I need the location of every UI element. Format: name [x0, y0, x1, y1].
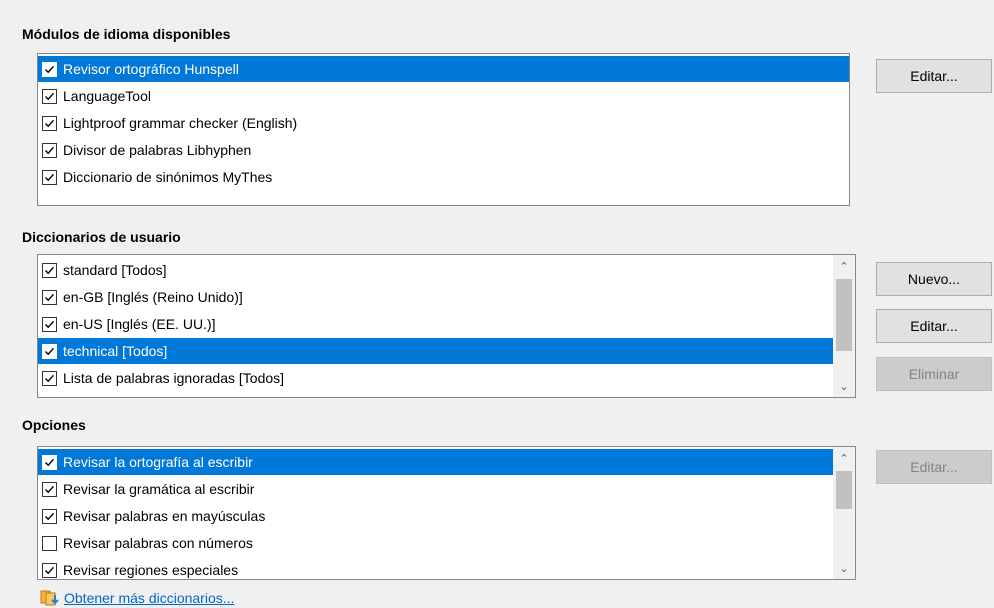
- options-list-item[interactable]: Revisar palabras en mayúsculas: [38, 503, 833, 529]
- modules-section-title: Módulos de idioma disponibles: [22, 26, 231, 42]
- options-item-label: Revisar palabras con números: [63, 535, 253, 551]
- checkbox[interactable]: [42, 454, 57, 470]
- dictionaries-list-item[interactable]: en-GB [Inglés (Reino Unido)]: [38, 284, 833, 310]
- checkbox[interactable]: [42, 115, 57, 131]
- modules-list-item[interactable]: LanguageTool: [38, 83, 849, 109]
- modules-item-label: LanguageTool: [63, 88, 151, 104]
- modules-item-label: Revisor ortográfico Hunspell: [63, 61, 239, 77]
- scroll-thumb[interactable]: [836, 279, 852, 351]
- options-list-item[interactable]: Revisar la ortografía al escribir: [38, 449, 833, 475]
- options-item-label: Revisar la gramática al escribir: [63, 481, 255, 497]
- options-item-label: Revisar la ortografía al escribir: [63, 454, 253, 470]
- checkbox[interactable]: [42, 289, 57, 305]
- dictionaries-list[interactable]: ⌃ ⌄ standard [Todos] en-GB [Inglés (Reino…: [37, 254, 856, 398]
- options-item-label: Revisar regiones especiales: [63, 562, 239, 578]
- scroll-up-icon[interactable]: ⌃: [833, 447, 855, 469]
- dictionaries-item-label: technical [Todos]: [63, 343, 168, 359]
- options-section-title: Opciones: [22, 417, 86, 433]
- checkbox[interactable]: [42, 316, 57, 332]
- checkbox[interactable]: [42, 481, 57, 497]
- modules-item-label: Divisor de palabras Libhyphen: [63, 142, 252, 158]
- checkbox[interactable]: [42, 562, 57, 578]
- checkbox[interactable]: [42, 343, 57, 359]
- dictionaries-item-label: en-US [Inglés (EE. UU.)]: [63, 316, 216, 332]
- scroll-thumb[interactable]: [836, 471, 852, 509]
- checkbox[interactable]: [42, 61, 57, 77]
- modules-list-item[interactable]: Revisor ortográfico Hunspell: [38, 56, 849, 82]
- modules-list-item[interactable]: Lightproof grammar checker (English): [38, 110, 849, 136]
- dictionary-download-icon: [40, 590, 59, 606]
- scroll-up-icon[interactable]: ⌃: [833, 255, 855, 277]
- dictionaries-list-item[interactable]: technical [Todos]: [38, 338, 833, 364]
- options-list-item[interactable]: Revisar regiones especiales: [38, 557, 833, 579]
- dictionaries-new-button[interactable]: Nuevo...: [876, 262, 992, 296]
- modules-list[interactable]: Revisor ortográfico Hunspell LanguageTool…: [37, 53, 850, 206]
- dictionaries-item-label: Lista de palabras ignoradas [Todos]: [63, 370, 285, 386]
- checkbox[interactable]: [42, 508, 57, 524]
- options-item-label: Revisar palabras en mayúsculas: [63, 508, 266, 524]
- more-dictionaries-row[interactable]: Obtener más diccionarios...: [40, 588, 234, 608]
- modules-list-item[interactable]: Diccionario de sinónimos MyThes: [38, 164, 849, 190]
- options-list-item[interactable]: Revisar la gramática al escribir: [38, 476, 833, 502]
- dictionaries-list-item[interactable]: Lista de palabras ignoradas [Todos]: [38, 365, 833, 391]
- options-edit-button[interactable]: Editar...: [876, 450, 992, 484]
- checkbox[interactable]: [42, 169, 57, 185]
- dictionaries-scrollbar[interactable]: ⌃ ⌄: [833, 255, 855, 397]
- options-list[interactable]: ⌃ ⌄ Revisar la ortografía al escribir Rev…: [37, 446, 856, 580]
- checkbox[interactable]: [42, 88, 57, 104]
- more-dictionaries-link[interactable]: Obtener más diccionarios...: [64, 590, 234, 606]
- dictionaries-item-label: standard [Todos]: [63, 262, 167, 278]
- modules-edit-button[interactable]: Editar...: [876, 59, 992, 93]
- scroll-down-icon[interactable]: ⌄: [833, 375, 855, 397]
- dictionaries-delete-button[interactable]: Eliminar: [876, 357, 992, 391]
- modules-item-label: Diccionario de sinónimos MyThes: [63, 169, 273, 185]
- dictionaries-section-title: Diccionarios de usuario: [22, 229, 181, 245]
- options-list-item[interactable]: Revisar palabras con números: [38, 530, 833, 556]
- checkbox[interactable]: [42, 370, 57, 386]
- scroll-down-icon[interactable]: ⌄: [833, 557, 855, 579]
- modules-list-item[interactable]: Divisor de palabras Libhyphen: [38, 137, 849, 163]
- modules-item-label: Lightproof grammar checker (English): [63, 115, 298, 131]
- dictionaries-list-item[interactable]: standard [Todos]: [38, 257, 833, 283]
- options-scrollbar[interactable]: ⌃ ⌄: [833, 447, 855, 579]
- checkbox[interactable]: [42, 535, 57, 551]
- dictionaries-item-label: en-GB [Inglés (Reino Unido)]: [63, 289, 243, 305]
- checkbox[interactable]: [42, 262, 57, 278]
- dictionaries-edit-button[interactable]: Editar...: [876, 309, 992, 343]
- dictionaries-list-item[interactable]: en-US [Inglés (EE. UU.)]: [38, 311, 833, 337]
- checkbox[interactable]: [42, 142, 57, 158]
